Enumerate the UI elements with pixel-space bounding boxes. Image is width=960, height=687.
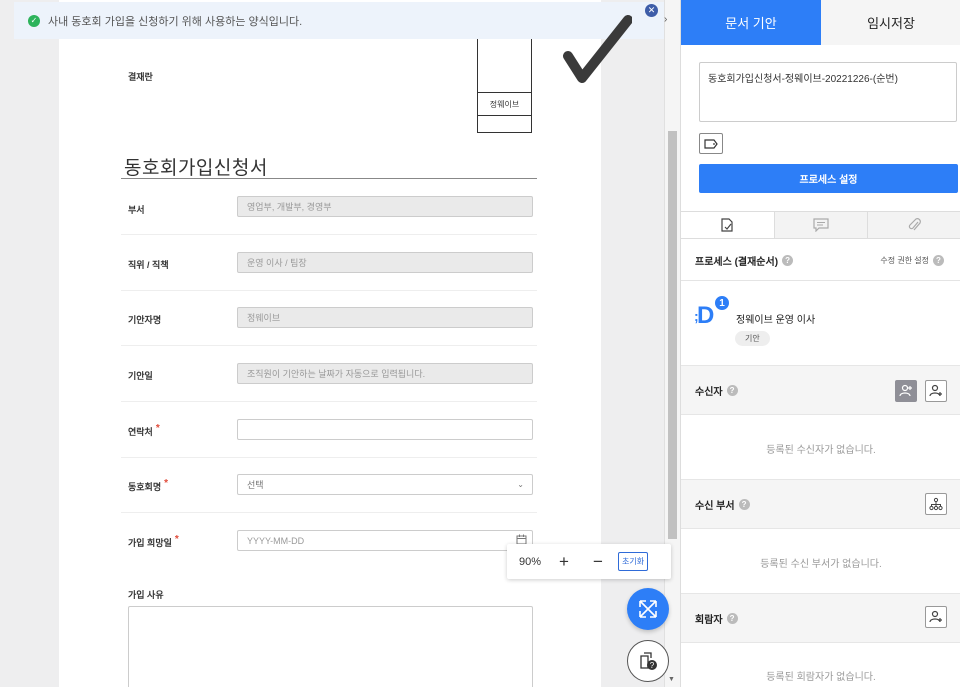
tab-attachments[interactable] [867,212,960,238]
add-reviewer-button[interactable] [925,606,947,628]
help-icon[interactable]: ? [726,612,738,624]
document-paper: 결재란 정웨이브 동호회가입신청서 부서 영업부, 개발부, 경영부 직위 / … [59,0,601,687]
reviewers-header: 회람자? [681,608,960,628]
document-subject-input[interactable]: 동호회가입신청서-정웨이브-20221226-(순번) [699,62,957,122]
draft-date-field: 조직원이 기안하는 날짜가 자동으로 입력됩니다. [237,363,533,384]
help-icon[interactable]: ? [726,384,738,396]
process-settings-button[interactable]: 프로세스 설정 [699,164,958,193]
user-add-icon [929,610,942,623]
scrollbar[interactable]: ▼ [664,0,680,687]
club-label: 동호회명 * [128,478,169,492]
chevron-down-icon: ⌄ [517,480,524,489]
dept-field: 영업부, 개발부, 경영부 [237,196,533,217]
user-add-icon [899,384,912,397]
scrollbar-thumb[interactable] [668,131,677,539]
join-date-label: 가입 희망일 * [128,534,179,548]
join-date-input[interactable]: YYYY-MM-DD [237,530,533,551]
role-badge: 기안 [735,331,770,346]
position-field: 운영 이사 / 팀장 [237,252,533,273]
add-receiver-person-button[interactable] [895,380,917,402]
receiver-dept-header: 수신 부서? [681,494,960,514]
approval-box: 정웨이브 [477,38,532,133]
club-select[interactable]: 선택 ⌄ [237,474,533,495]
tag-button[interactable] [699,133,723,154]
process-title: 프로세스 (결재순서) [695,256,779,268]
svg-text:?: ? [650,661,655,670]
zoom-out-button[interactable]: − [581,553,615,570]
add-receiver-dept-button[interactable] [925,493,947,515]
reviewers-empty: 등록된 회람자가 없습니다. [766,672,876,683]
help-icon[interactable]: ? [738,498,750,510]
contact-label: 연락처 * [128,423,160,437]
notice-text: 사내 동호회 가입을 신청하기 위해 사용하는 양식입니다. [48,15,303,28]
edit-permission-link[interactable]: 수정 권한 설정? [880,255,944,266]
zoom-control: 90% + − 초기화 [507,544,671,579]
tab-temp-save[interactable]: 임시저장 [821,0,960,45]
org-chart-icon [929,497,943,511]
check-circle-icon: ✓ [28,14,40,27]
help-document-button[interactable]: ? [627,640,669,682]
drafter-label: 기안자명 [128,315,162,325]
step-number-badge: 1 [714,295,730,311]
receivers-empty: 등록된 수신자가 없습니다. [766,445,876,456]
zoom-reset-button[interactable]: 초기화 [618,552,649,571]
document-title: 동호회가입신청서 [124,158,268,179]
checkmark-icon [563,15,632,83]
position-label: 직위 / 직책 [128,260,169,270]
required-mark: * [164,478,169,489]
zoom-in-button[interactable]: + [547,553,581,570]
help-icon[interactable]: ? [933,255,944,266]
tab-approval-line[interactable] [681,212,774,238]
panel-subtabs [681,211,960,239]
panel-tabs: 문서 기안 임시저장 [681,0,960,45]
approval-label: 결재란 [128,72,153,82]
document-area: 결재란 정웨이브 동호회가입신청서 부서 영업부, 개발부, 경영부 직위 / … [0,0,680,687]
paperclip-icon [908,218,921,231]
approver-name: 정웨이브 [478,93,531,116]
required-mark: * [155,423,160,434]
tab-draft[interactable]: 문서 기안 [681,0,821,45]
receivers-header: 수신자? [681,380,960,400]
required-mark: * [174,534,179,545]
drafter-field: 정웨이브 [237,307,533,328]
fullscreen-button[interactable] [627,588,669,630]
contact-input[interactable] [237,419,533,440]
side-panel: 문서 기안 임시저장 동호회가입신청서-정웨이브-20221226-(순번) 프… [680,0,960,687]
help-icon[interactable]: ? [782,254,794,266]
reason-label: 가입 사유 [128,590,164,600]
expand-icon [639,600,657,618]
approver-line-name: 정웨이브 운영 이사 [736,315,816,326]
reason-textarea[interactable] [128,606,533,687]
comment-icon [813,218,829,232]
dept-label: 부서 [128,205,145,215]
document-check-icon [721,218,733,232]
user-add-icon [929,384,942,397]
zoom-level: 90% [519,555,542,568]
close-icon[interactable]: ✕ [645,4,658,17]
tab-comments[interactable] [773,212,868,238]
add-receiver-button[interactable] [925,380,947,402]
tag-icon [704,138,718,149]
draft-date-label: 기안일 [128,371,153,381]
receiver-dept-empty: 등록된 수신 부서가 없습니다. [760,559,882,570]
collapse-panel-icon[interactable]: › [664,14,667,25]
document-help-icon: ? [640,652,657,670]
approver-avatar: D ; 1 [694,295,730,330]
scroll-down-icon[interactable]: ▼ [668,676,675,683]
